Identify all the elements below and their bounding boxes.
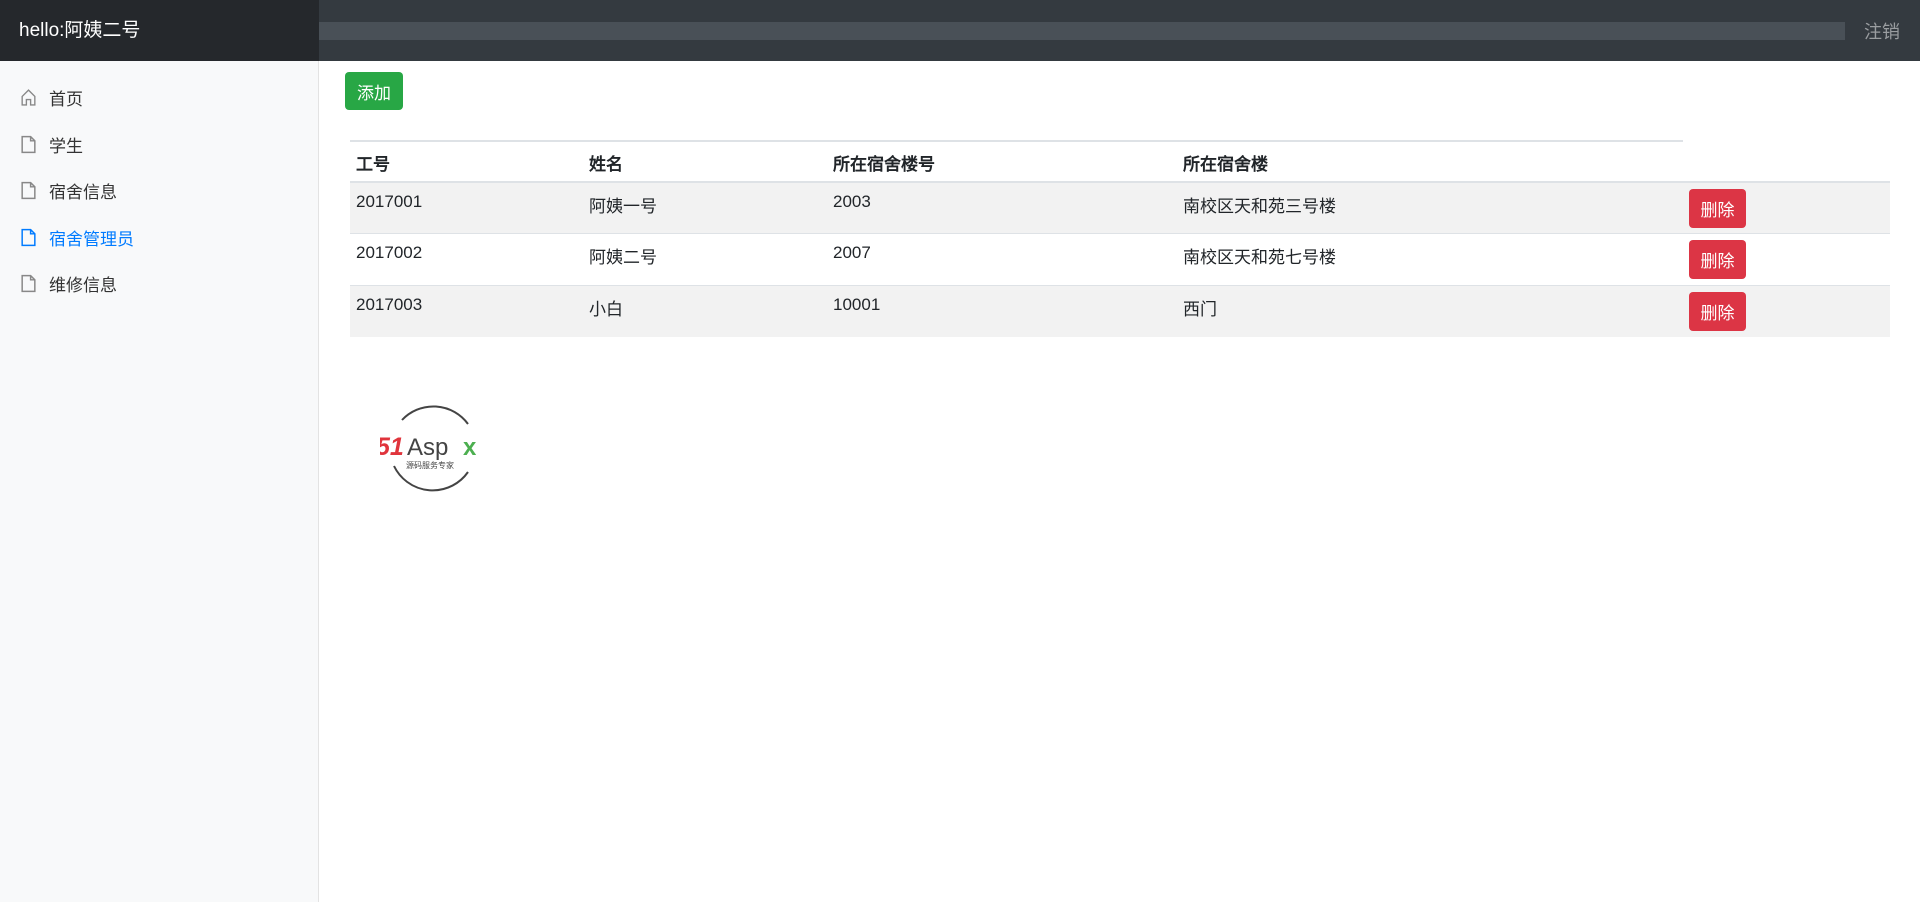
table-cell: 西门 bbox=[1183, 300, 1217, 319]
search-input[interactable] bbox=[319, 22, 1845, 40]
sidebar-item-label: 宿舍信息 bbox=[49, 183, 117, 202]
sidebar-item-3[interactable]: 宿舍管理员 bbox=[20, 225, 134, 250]
top-navbar: hello:阿姨二号 注销 bbox=[0, 0, 1920, 61]
svg-text:x: x bbox=[463, 434, 477, 461]
table-row: 2017001 阿姨一号 2003 南校区天和苑三号楼 删除 bbox=[350, 181, 1890, 233]
svg-text:源码服务专家: 源码服务专家 bbox=[406, 460, 454, 470]
sidebar-item-label: 维修信息 bbox=[49, 276, 117, 295]
table-cell: 2017003 bbox=[356, 295, 423, 314]
add-button[interactable]: 添加 bbox=[345, 72, 403, 110]
column-header: 姓名 bbox=[589, 155, 623, 174]
table-cell: 2017001 bbox=[356, 192, 423, 211]
sidebar-item-1[interactable]: 学生 bbox=[20, 132, 83, 157]
column-header: 工号 bbox=[356, 155, 390, 174]
sidebar-item-4[interactable]: 维修信息 bbox=[20, 271, 117, 296]
delete-button[interactable]: 删除 bbox=[1689, 189, 1746, 228]
table-cell: 小白 bbox=[589, 300, 623, 319]
brand-greeting: hello:阿姨二号 bbox=[0, 0, 319, 61]
table-cell: 2017002 bbox=[356, 243, 423, 262]
sidebar-item-2[interactable]: 宿舍信息 bbox=[20, 178, 117, 203]
svg-text:Asp: Asp bbox=[407, 434, 448, 461]
table-cell: 2003 bbox=[833, 192, 871, 211]
table-cell: 阿姨一号 bbox=[589, 197, 657, 216]
table-top-border bbox=[350, 140, 1683, 142]
sidebar-item-0[interactable]: 首页 bbox=[20, 85, 83, 110]
table-cell: 南校区天和苑三号楼 bbox=[1183, 197, 1336, 216]
delete-button[interactable]: 删除 bbox=[1689, 292, 1746, 331]
table-row: 2017002 阿姨二号 2007 南校区天和苑七号楼 删除 bbox=[350, 233, 1890, 285]
column-header: 所在宿舍楼号 bbox=[833, 155, 935, 174]
51aspx-logo: 51 Asp x 源码服务专家 bbox=[376, 398, 480, 503]
sidebar: 首页学生宿舍信息宿舍管理员维修信息 bbox=[0, 61, 319, 902]
file-icon bbox=[20, 274, 49, 293]
sidebar-item-label: 首页 bbox=[49, 90, 83, 109]
table-cell: 2007 bbox=[833, 243, 871, 262]
column-header: 所在宿舍楼 bbox=[1183, 155, 1268, 174]
sidebar-item-label: 宿舍管理员 bbox=[49, 229, 134, 249]
table-cell: 南校区天和苑七号楼 bbox=[1183, 248, 1336, 267]
file-icon bbox=[20, 228, 49, 247]
logout-link[interactable]: 注销 bbox=[1864, 18, 1900, 44]
delete-button[interactable]: 删除 bbox=[1689, 240, 1746, 279]
table-row: 2017003 小白 10001 西门 删除 bbox=[350, 285, 1890, 337]
file-icon bbox=[20, 181, 49, 200]
svg-text:51: 51 bbox=[380, 433, 404, 461]
table-cell: 10001 bbox=[833, 295, 881, 314]
sidebar-item-label: 学生 bbox=[49, 136, 83, 156]
home-icon bbox=[20, 88, 49, 107]
table-cell: 阿姨二号 bbox=[589, 248, 657, 267]
file-icon bbox=[20, 135, 49, 154]
